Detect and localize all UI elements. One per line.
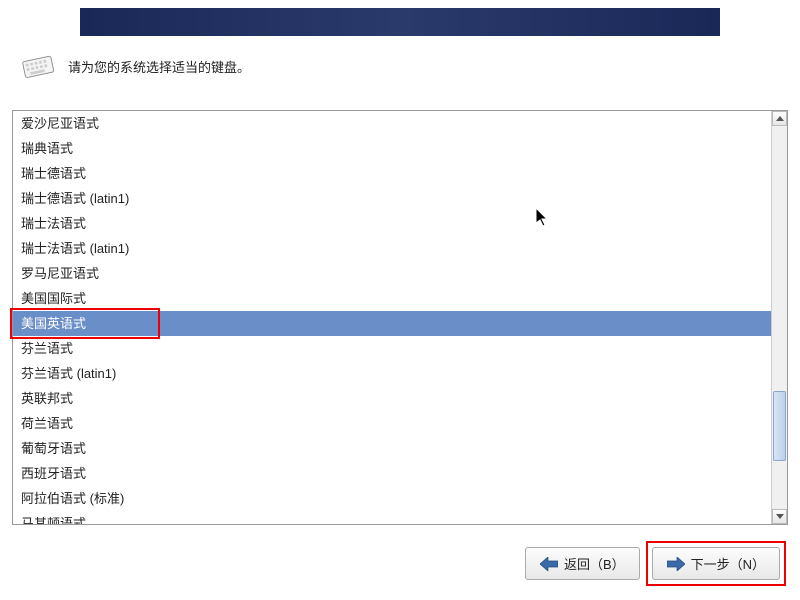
list-item[interactable]: 芬兰语式 [13, 336, 771, 361]
list-item[interactable]: 瑞士法语式 (latin1) [13, 236, 771, 261]
list-item[interactable]: 马其顿语式 [13, 511, 771, 524]
instruction-text: 请为您的系统选择适当的键盘。 [68, 57, 250, 76]
scrollbar[interactable] [771, 111, 787, 524]
list-item[interactable]: 爱沙尼亚语式 [13, 111, 771, 136]
list-item[interactable]: 瑞士德语式 (latin1) [13, 186, 771, 211]
keyboard-list-container: 爱沙尼亚语式瑞典语式瑞士德语式瑞士德语式 (latin1)瑞士法语式瑞士法语式 … [12, 110, 788, 525]
list-item[interactable]: 美国英语式 [13, 311, 771, 336]
instruction-row: 请为您的系统选择适当的键盘。 [20, 52, 250, 80]
scroll-down-button[interactable] [772, 509, 787, 524]
arrow-right-icon [667, 557, 685, 571]
list-item[interactable]: 英联邦式 [13, 386, 771, 411]
scroll-up-button[interactable] [772, 111, 787, 126]
list-item[interactable]: 美国国际式 [13, 286, 771, 311]
next-button[interactable]: 下一步（N） [652, 547, 780, 580]
list-item[interactable]: 阿拉伯语式 (标准) [13, 486, 771, 511]
scroll-thumb[interactable] [773, 391, 786, 461]
list-item[interactable]: 瑞士法语式 [13, 211, 771, 236]
back-button-label: 返回（B） [564, 554, 625, 573]
next-button-wrap: 下一步（N） [652, 547, 780, 580]
list-item[interactable]: 瑞士德语式 [13, 161, 771, 186]
list-item[interactable]: 西班牙语式 [13, 461, 771, 486]
arrow-left-icon [540, 557, 558, 571]
button-bar: 返回（B） 下一步（N） [525, 547, 780, 580]
next-button-label: 下一步（N） [691, 554, 765, 573]
keyboard-list[interactable]: 爱沙尼亚语式瑞典语式瑞士德语式瑞士德语式 (latin1)瑞士法语式瑞士法语式 … [13, 111, 771, 524]
list-item[interactable]: 瑞典语式 [13, 136, 771, 161]
list-item[interactable]: 罗马尼亚语式 [13, 261, 771, 286]
keyboard-icon [20, 52, 56, 80]
list-item[interactable]: 芬兰语式 (latin1) [13, 361, 771, 386]
list-item[interactable]: 荷兰语式 [13, 411, 771, 436]
list-item[interactable]: 葡萄牙语式 [13, 436, 771, 461]
back-button[interactable]: 返回（B） [525, 547, 640, 580]
header-banner [80, 8, 720, 36]
